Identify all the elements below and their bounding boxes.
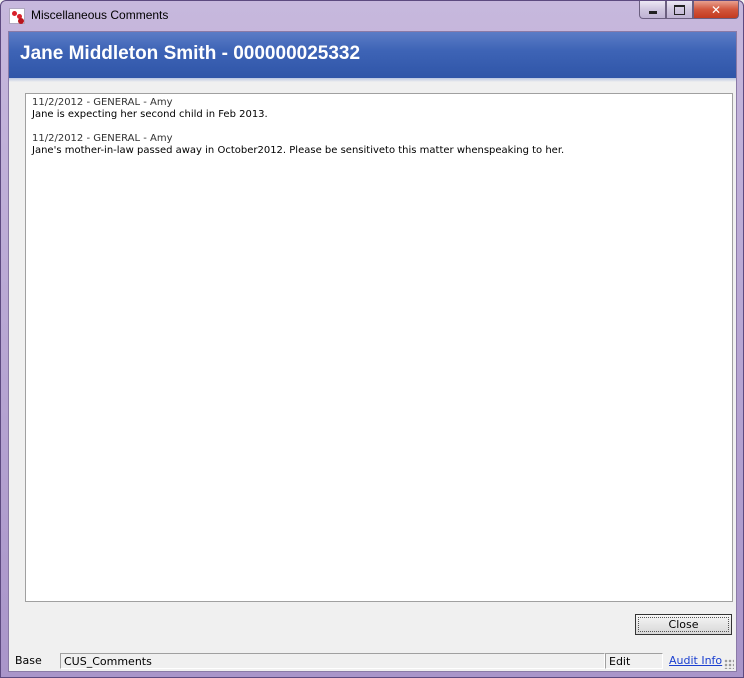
maximize-button[interactable] — [666, 1, 693, 19]
comment-heading: 11/2/2012 - GENERAL - Amy — [32, 97, 173, 108]
maximize-icon — [674, 4, 685, 15]
comment-entry: 11/2/2012 - GENERAL - Amy Jane is expect… — [32, 97, 726, 121]
close-button[interactable]: Close — [635, 614, 732, 635]
status-form-name: CUS_Comments — [60, 653, 605, 669]
title-bar[interactable]: Miscellaneous Comments ✕ — [1, 1, 743, 31]
comment-heading: 11/2/2012 - GENERAL - Amy — [32, 133, 173, 144]
minimize-button[interactable] — [639, 1, 666, 19]
status-bar: Base CUS_Comments Edit Audit Info — [9, 651, 736, 671]
close-window-button[interactable]: ✕ — [693, 1, 739, 19]
status-base: Base — [15, 654, 42, 667]
comments-textarea[interactable]: 11/2/2012 - GENERAL - Amy Jane is expect… — [25, 93, 733, 602]
audit-info-link[interactable]: Audit Info — [669, 654, 722, 667]
comment-text: Jane is expecting her second child in Fe… — [32, 109, 268, 120]
close-icon: ✕ — [710, 2, 722, 17]
header-band: Jane Middleton Smith - 000000025332 — [9, 32, 736, 82]
comment-text: Jane's mother-in-law passed away in Octo… — [32, 145, 565, 156]
minimize-icon — [648, 11, 657, 14]
window-frame: Miscellaneous Comments ✕ Jane Middleton … — [0, 0, 744, 678]
app-logo-icon — [9, 8, 25, 24]
customer-header-title: Jane Middleton Smith - 000000025332 — [20, 43, 361, 64]
resize-grip-icon[interactable] — [724, 659, 734, 669]
comment-entry: 11/2/2012 - GENERAL - Amy Jane's mother-… — [32, 133, 726, 157]
status-mode: Edit — [605, 653, 663, 669]
window-controls: ✕ — [639, 1, 739, 21]
dialog-body: Jane Middleton Smith - 000000025332 11/2… — [8, 31, 737, 672]
window-title: Miscellaneous Comments — [31, 8, 169, 22]
